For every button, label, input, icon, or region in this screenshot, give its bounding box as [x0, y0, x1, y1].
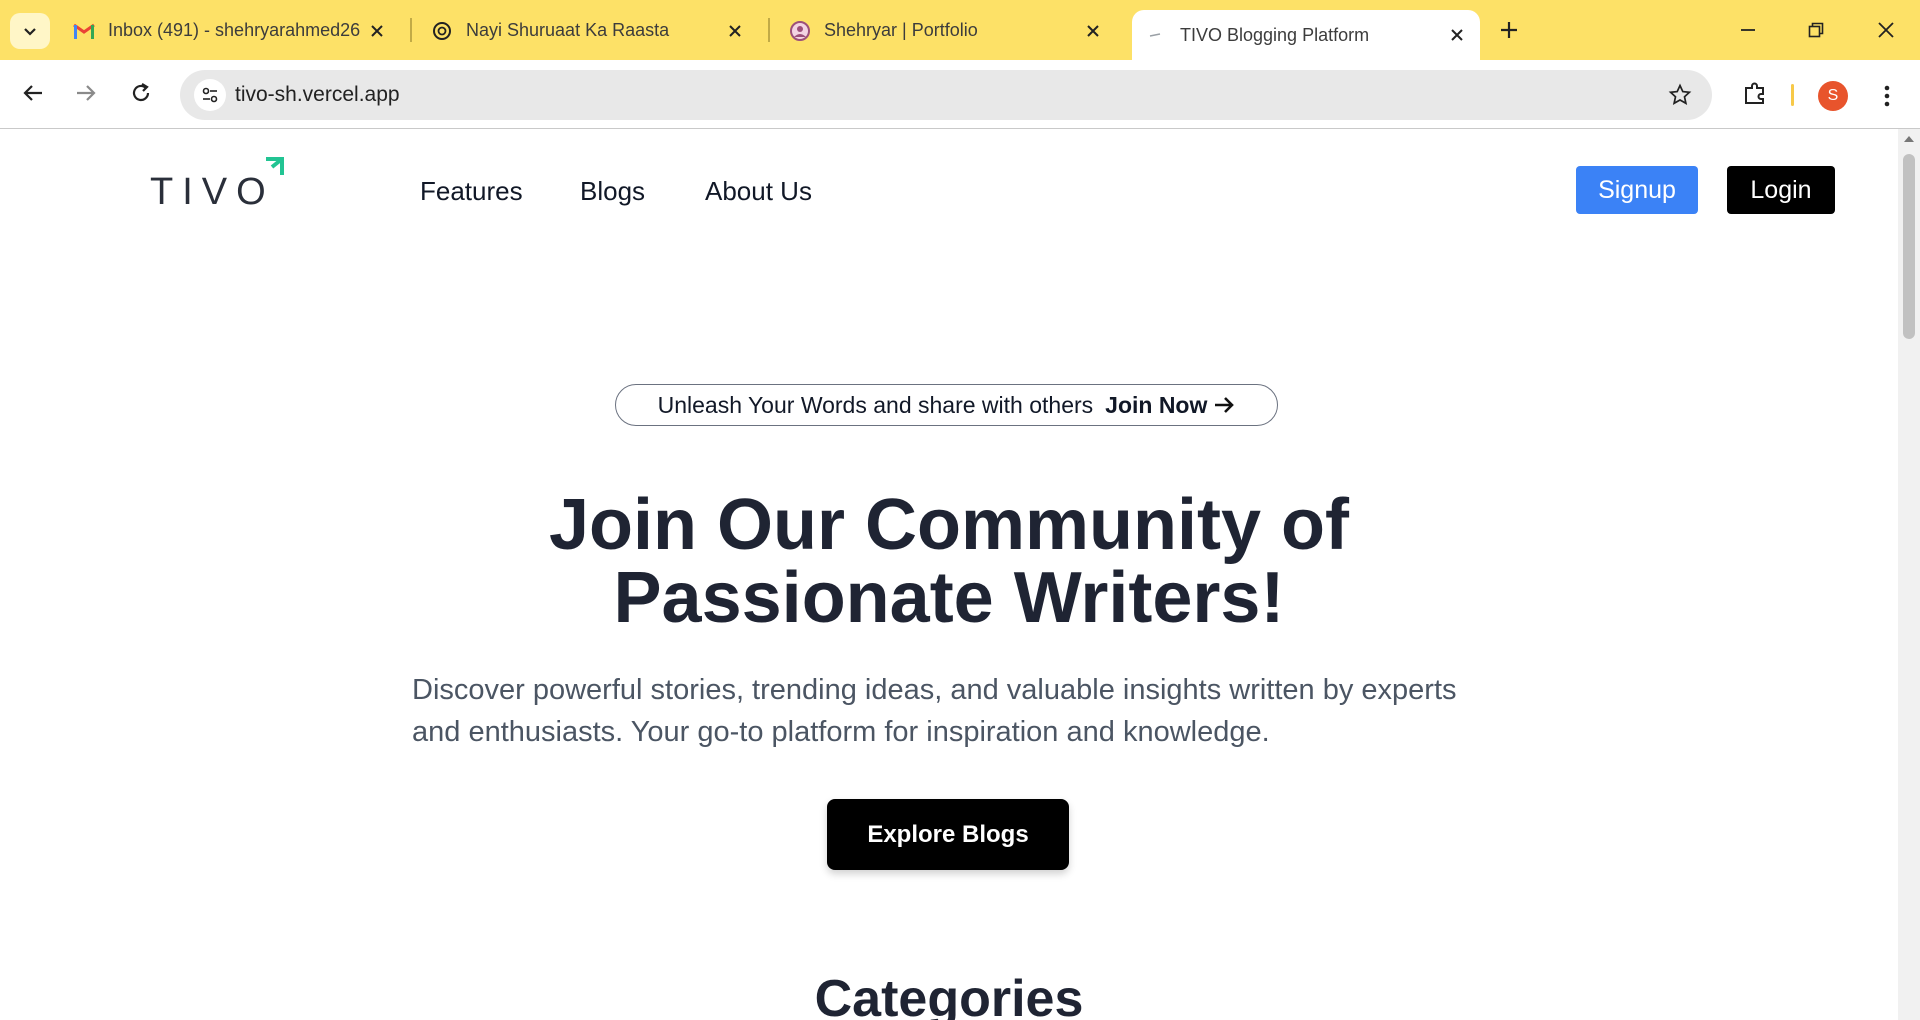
restore-icon [1808, 22, 1824, 38]
close-tab-icon[interactable] [1444, 22, 1470, 48]
arrow-right-icon [1215, 397, 1235, 413]
close-tab-icon[interactable] [722, 18, 748, 44]
tab-chatgpt[interactable]: Nayi Shuruaat Ka Raasta [418, 10, 758, 51]
openai-icon [430, 19, 454, 43]
tab-title: Shehryar | Portfolio [824, 20, 978, 40]
signup-button[interactable]: Signup [1576, 166, 1698, 214]
close-icon [1878, 22, 1894, 38]
close-tab-icon[interactable] [364, 18, 390, 44]
chevron-down-icon [24, 28, 36, 36]
logo-arrow-icon [266, 157, 284, 175]
new-tab-button[interactable] [1494, 15, 1524, 45]
explore-blogs-button[interactable]: Explore Blogs [827, 799, 1069, 870]
tab-strip: Inbox (491) - shehryarahmed26 Nayi Shuru… [0, 0, 1920, 60]
forward-button[interactable] [66, 73, 106, 113]
reload-button[interactable] [121, 73, 161, 113]
tivo-logo[interactable]: TIVO [150, 151, 290, 213]
arrow-left-icon [23, 85, 42, 101]
back-button[interactable] [13, 73, 53, 113]
extensions-puzzle-icon[interactable] [1735, 73, 1775, 113]
browser-toolbar: tivo-sh.vercel.app S [0, 60, 1920, 129]
announcement-pill[interactable]: Unleash Your Words and share with others… [615, 384, 1278, 426]
restore-button[interactable] [1794, 13, 1838, 47]
portfolio-icon [788, 19, 812, 43]
page-viewport: TIVO Features Blogs About Us Signup Logi… [0, 129, 1898, 1020]
categories-heading: Categories [814, 970, 1084, 1020]
bookmark-star-icon[interactable] [1666, 81, 1694, 109]
tivo-favicon [1144, 23, 1168, 47]
site-settings-icon[interactable] [194, 79, 226, 111]
join-now-label: Join Now [1105, 391, 1208, 418]
tab-gmail[interactable]: Inbox (491) - shehryarahmed26 [60, 10, 400, 51]
tab-search-button[interactable] [10, 13, 50, 49]
tab-title: TIVO Blogging Platform [1180, 24, 1370, 45]
close-window-button[interactable] [1864, 13, 1908, 47]
tab-title: Nayi Shuruaat Ka Raasta [466, 20, 670, 40]
tab-divider [768, 18, 770, 42]
url-text[interactable]: tivo-sh.vercel.app [235, 83, 400, 107]
site-navbar: TIVO Features Blogs About Us Signup Logi… [0, 129, 1898, 229]
nav-link-blogs[interactable]: Blogs [580, 176, 645, 207]
tab-portfolio[interactable]: Shehryar | Portfolio [776, 10, 1116, 51]
tab-title: Inbox (491) - shehryarahmed26 [108, 20, 361, 40]
tab-divider [410, 18, 412, 42]
profile-avatar[interactable]: S [1818, 81, 1848, 111]
kebab-menu-icon[interactable] [1870, 78, 1904, 114]
logo-text: TIVO [150, 171, 275, 213]
minimize-icon [1741, 29, 1755, 31]
close-tab-icon[interactable] [1080, 18, 1106, 44]
scroll-up-arrow-icon[interactable] [1898, 129, 1920, 149]
address-bar[interactable]: tivo-sh.vercel.app [180, 70, 1712, 120]
nav-link-features[interactable]: Features [420, 176, 523, 207]
toolbar-divider [1791, 84, 1794, 106]
page-scrollbar[interactable] [1898, 129, 1920, 1020]
tab-tivo[interactable]: TIVO Blogging Platform [1132, 10, 1480, 60]
login-button[interactable]: Login [1727, 166, 1835, 214]
minimize-button[interactable] [1726, 13, 1770, 47]
join-now-link[interactable]: Join Now [1105, 392, 1235, 419]
plus-icon [1501, 22, 1517, 38]
hero-title: Join Our Community of Passionate Writers… [549, 485, 1349, 638]
pill-text: Unleash Your Words and share with others [657, 391, 1094, 418]
hero-subtitle: Discover powerful stories, trending idea… [412, 674, 1457, 748]
nav-link-about[interactable]: About Us [705, 176, 812, 207]
scrollbar-thumb[interactable] [1903, 154, 1915, 339]
arrow-right-icon [77, 85, 96, 101]
reload-icon [132, 83, 150, 102]
gmail-icon [72, 19, 96, 43]
